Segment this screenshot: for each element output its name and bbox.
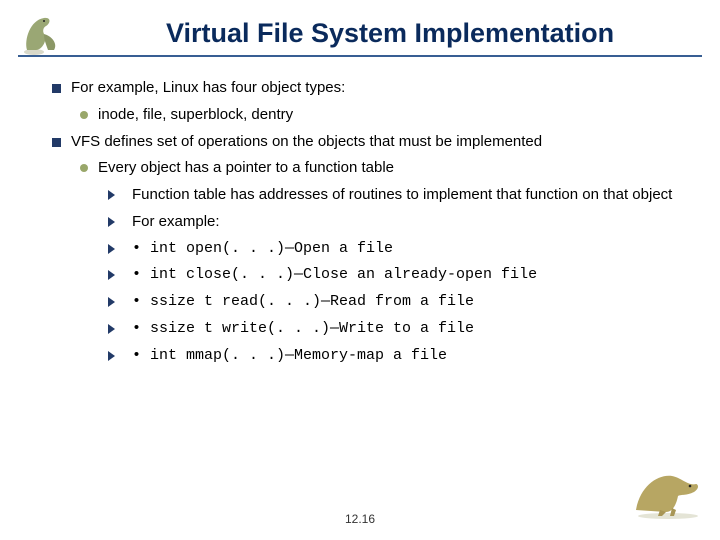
code-text: • int open(. . .)—Open a file xyxy=(132,240,393,259)
slide-title: Virtual File System Implementation xyxy=(78,18,702,49)
bullet-level3: • int close(. . .)—Close an already-open… xyxy=(108,266,680,285)
code-text: • int close(. . .)—Close an already-open… xyxy=(132,266,537,285)
bullet-level3: • ssize t write(. . .)—Write to a file xyxy=(108,320,680,339)
triangle-bullet-icon xyxy=(108,217,122,227)
square-bullet-icon xyxy=(52,84,61,93)
triangle-bullet-icon xyxy=(108,190,122,200)
triangle-bullet-icon xyxy=(108,297,122,307)
dot-bullet-icon xyxy=(80,164,88,172)
bullet-text: For example, Linux has four object types… xyxy=(71,79,345,98)
bullet-level3: Function table has addresses of routines… xyxy=(108,186,680,205)
bullet-level2: Every object has a pointer to a function… xyxy=(80,159,680,178)
dot-bullet-icon xyxy=(80,111,88,119)
bullet-text: For example: xyxy=(132,213,220,232)
bullet-text: Every object has a pointer to a function… xyxy=(98,159,394,178)
bullet-level3: • int mmap(. . .)—Memory-map a file xyxy=(108,347,680,366)
bullet-text: inode, file, superblock, dentry xyxy=(98,106,293,125)
bullet-level1: VFS defines set of operations on the obj… xyxy=(52,133,680,152)
square-bullet-icon xyxy=(52,138,61,147)
slide-header: Virtual File System Implementation xyxy=(0,0,720,49)
dinosaur-top-icon xyxy=(22,10,82,56)
bullet-text: VFS defines set of operations on the obj… xyxy=(71,133,542,152)
triangle-bullet-icon xyxy=(108,244,122,254)
code-text: • ssize t write(. . .)—Write to a file xyxy=(132,320,474,339)
slide: Virtual File System Implementation For e… xyxy=(0,0,720,540)
bullet-level2: inode, file, superblock, dentry xyxy=(80,106,680,125)
bullet-level3: • int open(. . .)—Open a file xyxy=(108,240,680,259)
page-number: 12.16 xyxy=(0,512,720,526)
triangle-bullet-icon xyxy=(108,351,122,361)
bullet-level3: For example: xyxy=(108,213,680,232)
bullet-text: Function table has addresses of routines… xyxy=(132,186,672,205)
bullet-level1: For example, Linux has four object types… xyxy=(52,79,680,98)
bullet-level3: • ssize t read(. . .)—Read from a file xyxy=(108,293,680,312)
triangle-bullet-icon xyxy=(108,324,122,334)
slide-content: For example, Linux has four object types… xyxy=(0,57,720,365)
code-text: • ssize t read(. . .)—Read from a file xyxy=(132,293,474,312)
code-text: • int mmap(. . .)—Memory-map a file xyxy=(132,347,447,366)
triangle-bullet-icon xyxy=(108,270,122,280)
